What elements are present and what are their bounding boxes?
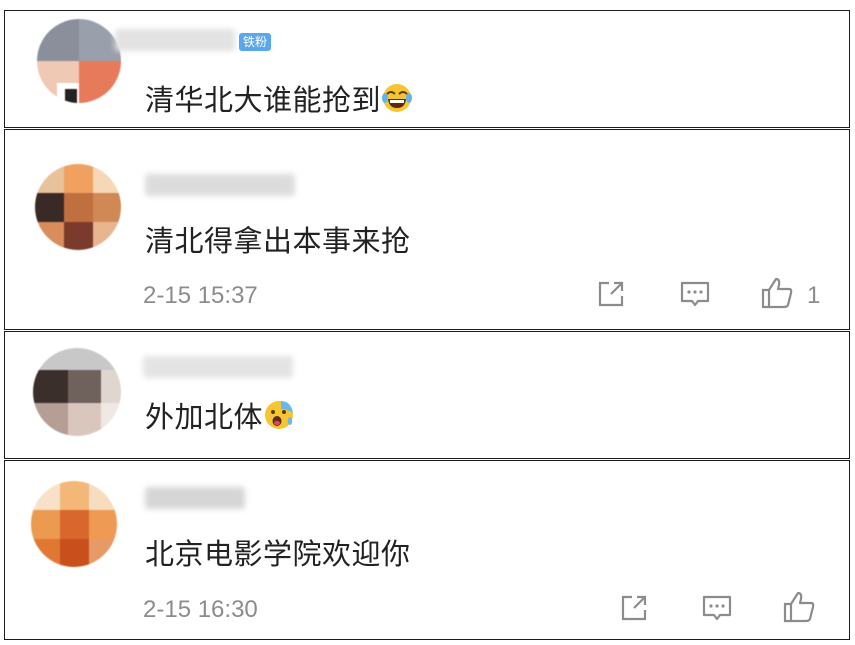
share-button[interactable] (618, 592, 650, 628)
username-blurred[interactable] (143, 356, 293, 378)
comment-icon (702, 595, 732, 621)
sweat-shocked-emoji-icon (263, 399, 295, 438)
like-button[interactable] (781, 590, 817, 628)
comment-text: 清华北大谁能抢到 (145, 77, 413, 121)
like-count: 1 (807, 282, 821, 309)
fan-badge: 铁粉 (239, 33, 272, 51)
username-blurred[interactable] (145, 174, 295, 196)
like-button[interactable] (759, 276, 795, 314)
comment-text: 外加北体 (145, 394, 295, 438)
comment-text-content: 外加北体 (145, 400, 264, 434)
avatar[interactable] (33, 348, 121, 436)
comment-card-1: 铁粉 清华北大谁能抢到 (4, 10, 850, 128)
comment-card-4: 北京电影学院欢迎你 2-15 16:30 (4, 460, 850, 640)
comment-icon (680, 281, 710, 307)
thumbs-up-icon (761, 277, 793, 309)
comment-text: 北京电影学院欢迎你 (145, 537, 411, 571)
laugh-cry-emoji-icon (381, 82, 413, 121)
share-icon (598, 281, 624, 307)
username-blurred[interactable] (145, 487, 245, 509)
reply-button[interactable] (678, 278, 712, 314)
timestamp: 2-15 15:37 (143, 282, 258, 309)
comment-text-content: 清华北大谁能抢到 (145, 83, 382, 117)
avatar[interactable] (31, 481, 117, 567)
share-button[interactable] (595, 278, 627, 314)
share-icon (621, 595, 647, 621)
comment-card-2: 清北得拿出本事来抢 2-15 15:37 1 (4, 129, 850, 330)
comment-card-3: 外加北体 (4, 331, 850, 459)
comment-text: 清北得拿出本事来抢 (145, 224, 411, 258)
thumbs-up-icon (783, 591, 815, 623)
avatar[interactable] (35, 164, 121, 250)
username-blurred[interactable] (115, 29, 235, 51)
reply-button[interactable] (700, 592, 734, 628)
avatar[interactable] (37, 19, 121, 103)
timestamp: 2-15 16:30 (143, 596, 258, 623)
